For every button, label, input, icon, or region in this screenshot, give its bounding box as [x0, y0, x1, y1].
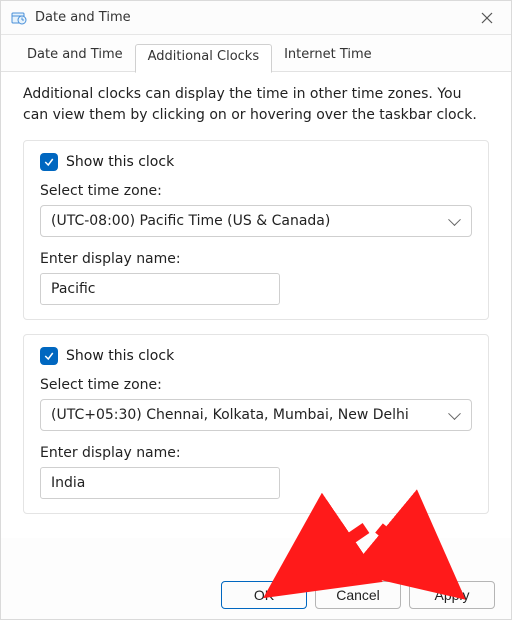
tab-strip: Date and Time Additional Clocks Internet…: [1, 35, 511, 72]
clock-2-show-checkbox[interactable]: [40, 347, 58, 365]
cancel-button[interactable]: Cancel: [315, 581, 401, 609]
dialog-buttons: OK Cancel Apply: [221, 581, 495, 609]
checkmark-icon: [43, 156, 55, 168]
clock-1-group: Show this clock Select time zone: (UTC-0…: [23, 140, 489, 320]
clock-1-tz-select[interactable]: (UTC-08:00) Pacific Time (US & Canada): [40, 205, 472, 237]
window-title: Date and Time: [35, 10, 131, 25]
ok-button[interactable]: OK: [221, 581, 307, 609]
tab-internet-time[interactable]: Internet Time: [272, 43, 384, 71]
clock-1-name-input[interactable]: [40, 273, 280, 305]
apply-button[interactable]: Apply: [409, 581, 495, 609]
clock-calendar-icon: [11, 10, 27, 26]
clock-2-show-label: Show this clock: [66, 348, 174, 364]
clock-1-name-label: Enter display name:: [40, 251, 472, 267]
window-date-and-time: Date and Time Date and Time Additional C…: [0, 0, 512, 620]
clock-2-tz-select[interactable]: (UTC+05:30) Chennai, Kolkata, Mumbai, Ne…: [40, 399, 472, 431]
clock-1-tz-label: Select time zone:: [40, 183, 472, 199]
clock-2-tz-value: (UTC+05:30) Chennai, Kolkata, Mumbai, Ne…: [51, 407, 409, 423]
titlebar: Date and Time: [1, 1, 511, 35]
checkmark-icon: [43, 350, 55, 362]
clock-2-name-input[interactable]: [40, 467, 280, 499]
close-button[interactable]: [471, 1, 503, 34]
close-icon: [481, 12, 493, 24]
clock-2-group: Show this clock Select time zone: (UTC+0…: [23, 334, 489, 514]
clock-1-show-label: Show this clock: [66, 154, 174, 170]
tab-panel-additional-clocks: Additional clocks can display the time i…: [1, 72, 511, 538]
clock-2-name-label: Enter display name:: [40, 445, 472, 461]
tab-additional-clocks[interactable]: Additional Clocks: [135, 44, 272, 73]
clock-1-show-checkbox[interactable]: [40, 153, 58, 171]
tab-date-and-time[interactable]: Date and Time: [15, 43, 135, 71]
clock-2-tz-label: Select time zone:: [40, 377, 472, 393]
clock-1-tz-value: (UTC-08:00) Pacific Time (US & Canada): [51, 213, 330, 229]
description-text: Additional clocks can display the time i…: [23, 84, 489, 126]
